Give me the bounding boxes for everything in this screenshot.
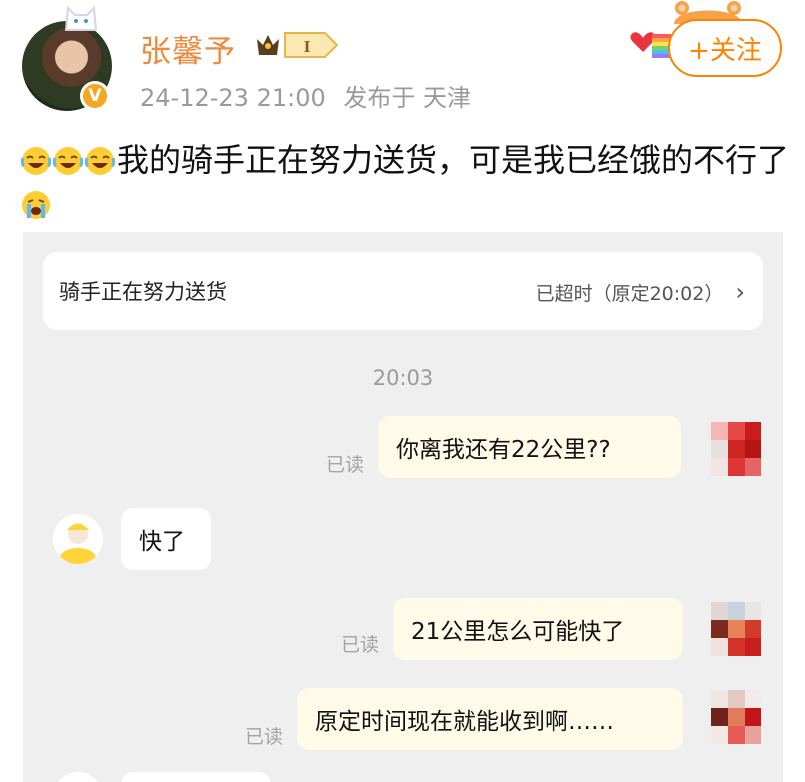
- pixelated-avatar-icon: [711, 690, 761, 744]
- read-receipt: 已读: [326, 454, 365, 476]
- read-receipt: 已读: [341, 634, 380, 656]
- follow-button[interactable]: +关注: [668, 19, 782, 77]
- cat-avatar-frame-icon: [64, 5, 98, 31]
- read-receipt: 已读: [245, 726, 284, 748]
- pixelated-avatar-icon: [711, 602, 761, 656]
- laughing-crying-emoji-icon: [53, 147, 83, 175]
- verified-badge-icon: V: [80, 81, 110, 111]
- post-timestamp: 24-12-23 21:00: [140, 84, 326, 112]
- chat-bubble-received[interactable]: 快了: [121, 508, 211, 570]
- laughing-crying-emoji-icon: [85, 147, 115, 175]
- rider-avatar-icon: [53, 514, 103, 564]
- pixelated-avatar-icon: [711, 422, 761, 476]
- laughing-crying-emoji-icon: [21, 147, 51, 175]
- chat-bubble-sent[interactable]: 21公里怎么可能快了: [393, 598, 683, 660]
- post-text: 我的骑手正在努力送货，可是我已经饿的不行了: [117, 141, 790, 179]
- loud-crying-emoji-icon: [22, 191, 50, 219]
- chevron-right-icon: ›: [735, 278, 745, 306]
- svg-text:I: I: [304, 37, 311, 56]
- post-location: 发布于 天津: [343, 84, 472, 112]
- chat-bubble-received[interactable]: [121, 772, 271, 782]
- embedded-chat-screenshot[interactable]: 骑手正在努力送货 已超时（原定20:02） › 20:03 已读 你离我还有22…: [23, 232, 783, 782]
- chat-bubble-sent[interactable]: 原定时间现在就能收到啊……: [297, 688, 683, 750]
- post-meta: 24-12-23 21:00 发布于 天津: [140, 78, 481, 113]
- rider-avatar[interactable]: [53, 772, 103, 782]
- chat-time-divider: 20:03: [372, 366, 434, 390]
- username[interactable]: 张馨予: [140, 26, 236, 71]
- member-level-badge-icon: I: [257, 32, 339, 58]
- post-text-block: 我的骑手正在努力送货，可是我已经饿的不行了: [21, 138, 791, 226]
- delivery-overdue-info: 已超时（原定20:02） ›: [536, 278, 745, 306]
- chat-bubble-sent[interactable]: 你离我还有22公里??: [378, 416, 681, 478]
- delivery-status-card[interactable]: 骑手正在努力送货 已超时（原定20:02） ›: [43, 252, 763, 330]
- delivery-status-title: 骑手正在努力送货: [59, 280, 227, 304]
- rider-avatar[interactable]: [53, 514, 103, 564]
- overdue-text: 已超时（原定20:02）: [535, 283, 724, 305]
